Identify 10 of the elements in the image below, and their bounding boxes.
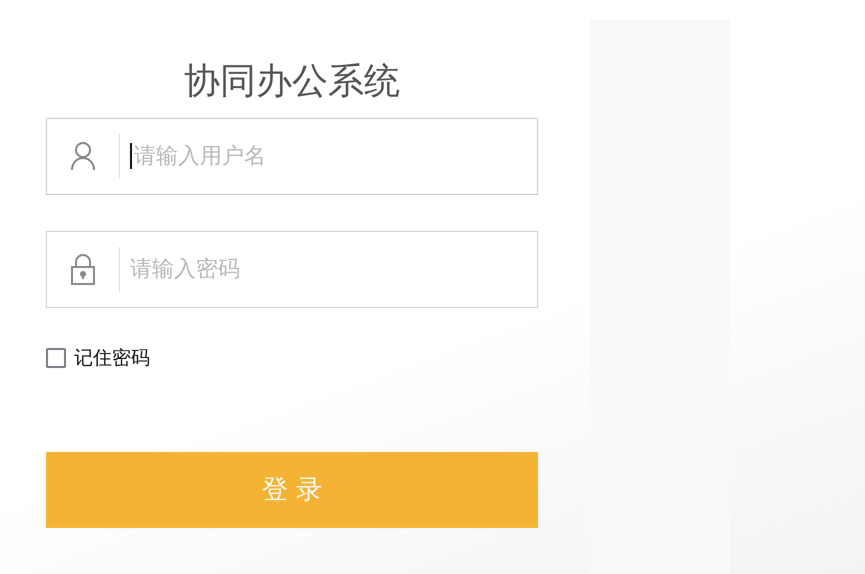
login-button[interactable]: 登 录 bbox=[46, 452, 538, 528]
user-icon bbox=[70, 141, 96, 172]
lock-icon bbox=[70, 253, 96, 286]
text-input[interactable]: 请输入密码 bbox=[120, 232, 537, 307]
app-title: 协同办公系统 bbox=[183, 62, 401, 102]
input-field[interactable]: 请输入用户名 bbox=[46, 118, 538, 195]
text-input[interactable]: 请输入用户名 bbox=[132, 118, 537, 194]
checkbox[interactable] bbox=[46, 348, 66, 368]
checkbox-label: 记住密码 bbox=[74, 346, 150, 371]
input-field[interactable]: 请输入密码 bbox=[46, 230, 538, 308]
